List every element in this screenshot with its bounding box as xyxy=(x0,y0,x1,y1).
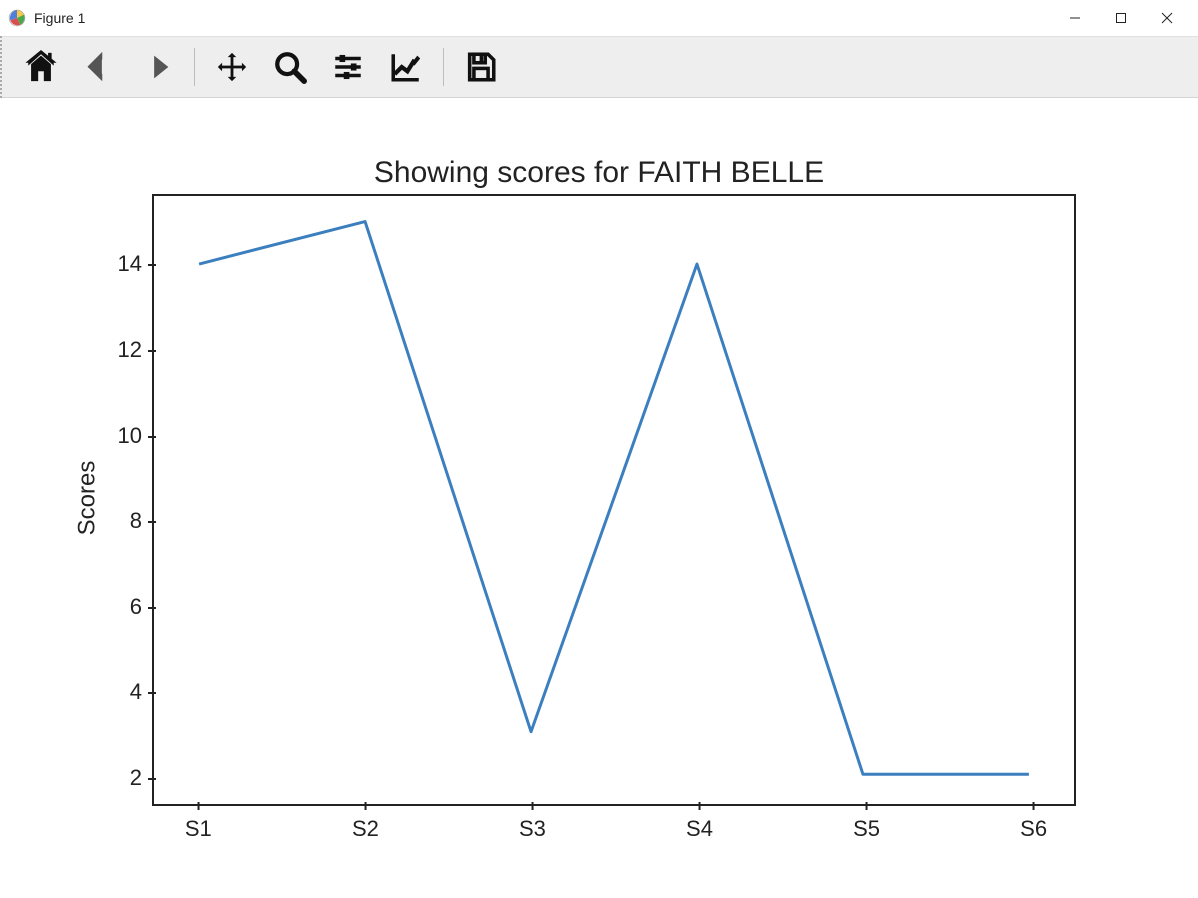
configure-subplots-button[interactable] xyxy=(327,46,369,88)
close-button[interactable] xyxy=(1144,3,1190,33)
y-tick-label: 12 xyxy=(98,337,154,363)
x-tick-label: S6 xyxy=(1020,804,1047,842)
home-button[interactable] xyxy=(20,46,62,88)
chart-area: Showing scores for FAITH BELLE Scores 24… xyxy=(0,98,1198,898)
y-tick-label: 10 xyxy=(98,423,154,449)
minimize-button[interactable] xyxy=(1052,3,1098,33)
toolbar-separator xyxy=(443,48,444,86)
titlebar: Figure 1 xyxy=(0,0,1198,36)
maximize-button[interactable] xyxy=(1098,3,1144,33)
forward-button[interactable] xyxy=(136,46,178,88)
window-controls xyxy=(1052,3,1190,33)
pan-button[interactable] xyxy=(211,46,253,88)
window-left-edge-grip xyxy=(0,36,3,98)
window-title: Figure 1 xyxy=(34,10,1052,26)
save-button[interactable] xyxy=(460,46,502,88)
toolbar xyxy=(0,36,1198,98)
y-tick-label: 6 xyxy=(98,594,154,620)
zoom-button[interactable] xyxy=(269,46,311,88)
y-tick-label: 4 xyxy=(98,679,154,705)
x-tick-label: S5 xyxy=(853,804,880,842)
y-tick-label: 8 xyxy=(98,508,154,534)
y-tick-label: 2 xyxy=(98,765,154,791)
plot-axes[interactable]: 2468101214S1S2S3S4S5S6 xyxy=(152,194,1076,806)
x-tick-label: S3 xyxy=(519,804,546,842)
x-tick-label: S4 xyxy=(686,804,713,842)
chart-title: Showing scores for FAITH BELLE xyxy=(0,156,1198,190)
y-tick-label: 14 xyxy=(98,251,154,277)
toolbar-separator xyxy=(194,48,195,86)
x-tick-label: S1 xyxy=(185,804,212,842)
x-tick-label: S2 xyxy=(352,804,379,842)
app-icon xyxy=(8,9,26,27)
axes-edit-button[interactable] xyxy=(385,46,427,88)
back-button[interactable] xyxy=(78,46,120,88)
line-plot xyxy=(154,196,1074,804)
